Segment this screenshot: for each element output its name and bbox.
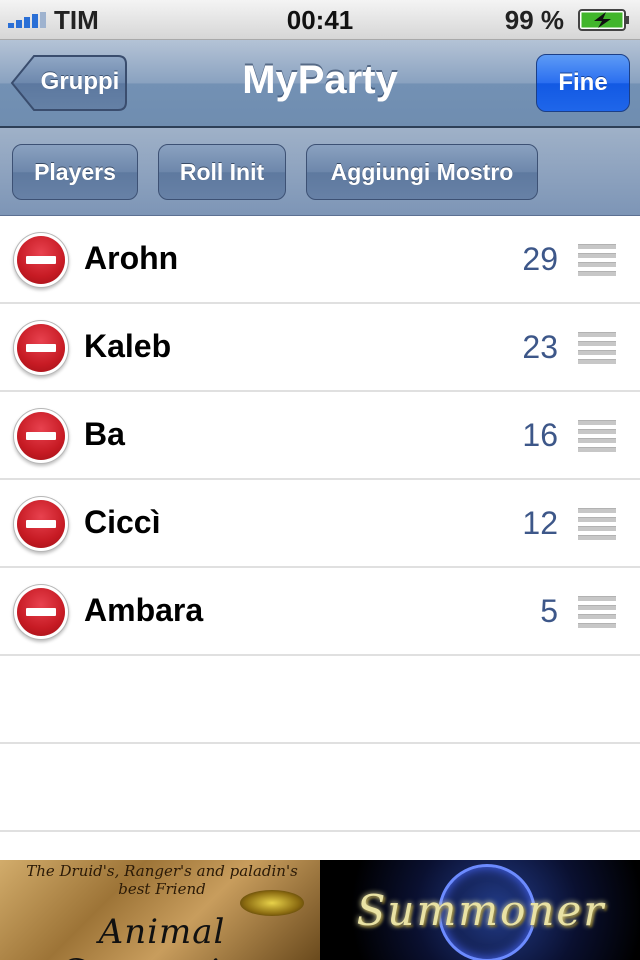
minus-circle-icon[interactable] bbox=[17, 588, 65, 636]
minus-circle-icon[interactable] bbox=[17, 500, 65, 548]
list-item-value: 23 bbox=[522, 329, 558, 365]
minus-circle-icon[interactable] bbox=[17, 412, 65, 460]
list-item[interactable]: Arohn 29 bbox=[0, 216, 640, 304]
ad-tagline: The Druid's, Ranger's and paladin's best… bbox=[26, 862, 298, 898]
list-item-name: Ba bbox=[84, 416, 125, 452]
ad-title-left: Animal Companion bbox=[60, 912, 264, 960]
ad-summoner[interactable]: Summoner bbox=[322, 860, 640, 960]
list-item-name: Ciccì bbox=[84, 504, 161, 540]
battery-charging-icon bbox=[578, 9, 629, 31]
minus-circle-icon[interactable] bbox=[17, 324, 65, 372]
list-item-value: 5 bbox=[540, 593, 558, 629]
toolbar: Players Roll Init Aggiungi Mostro bbox=[0, 128, 640, 216]
list-item-name: Kaleb bbox=[84, 328, 172, 364]
ad-animal-companion[interactable]: The Druid's, Ranger's and paladin's best… bbox=[0, 860, 320, 960]
battery-percent: 99 % bbox=[504, 5, 564, 35]
ad-banner[interactable]: The Druid's, Ranger's and paladin's best… bbox=[0, 860, 640, 960]
grip-lines-icon[interactable] bbox=[578, 332, 616, 364]
add-monster-button[interactable]: Aggiungi Mostro bbox=[306, 144, 538, 200]
grip-lines-icon[interactable] bbox=[578, 420, 616, 452]
list-item-value: 29 bbox=[522, 241, 558, 277]
list-item-value: 12 bbox=[522, 505, 558, 541]
list-item[interactable]: Ambara 5 bbox=[0, 568, 640, 656]
list-item-name: Ambara bbox=[84, 592, 204, 628]
list-item[interactable]: Ciccì 12 bbox=[0, 480, 640, 568]
empty-row bbox=[0, 656, 640, 744]
grip-lines-icon[interactable] bbox=[578, 596, 616, 628]
list-item[interactable]: Kaleb 23 bbox=[0, 304, 640, 392]
party-list: Arohn 29 Kaleb 23 Ba 16 Ciccì 12 Ambara … bbox=[0, 216, 640, 860]
status-bar: TIM 00:41 99 % bbox=[0, 0, 640, 40]
list-item-value: 16 bbox=[522, 417, 558, 453]
roll-init-button[interactable]: Roll Init bbox=[158, 144, 286, 200]
done-button[interactable]: Fine bbox=[536, 54, 630, 112]
grip-lines-icon[interactable] bbox=[578, 508, 616, 540]
empty-row bbox=[0, 744, 640, 832]
list-item-name: Arohn bbox=[84, 240, 179, 276]
minus-circle-icon[interactable] bbox=[17, 236, 65, 284]
list-item[interactable]: Ba 16 bbox=[0, 392, 640, 480]
grip-lines-icon[interactable] bbox=[578, 244, 616, 276]
navigation-bar: Gruppi MyParty Fine bbox=[0, 40, 640, 128]
players-button[interactable]: Players bbox=[12, 144, 138, 200]
ad-title-right: Summoner bbox=[356, 886, 606, 935]
